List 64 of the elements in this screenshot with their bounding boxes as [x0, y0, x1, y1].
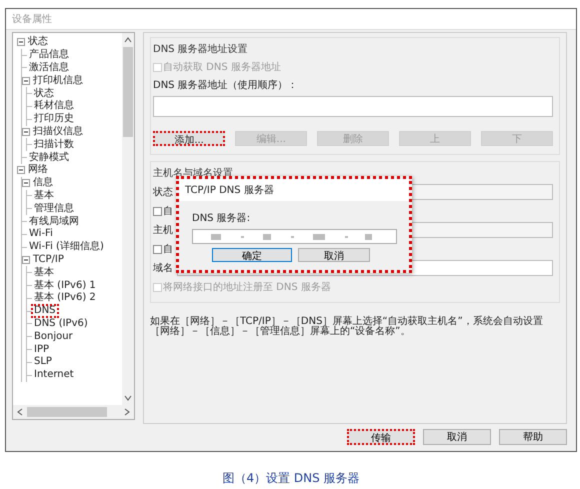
tree-item[interactable]: 打印历史	[32, 113, 76, 126]
tree-item[interactable]: SLP	[32, 356, 54, 368]
collapse-icon[interactable]	[22, 256, 30, 264]
field-label: 状态	[153, 186, 173, 199]
collapse-icon[interactable]	[22, 128, 30, 136]
tree-item[interactable]: 激活信息	[27, 62, 71, 74]
scroll-down-icon[interactable]	[124, 394, 132, 402]
scroll-right-icon[interactable]	[123, 408, 131, 416]
tree-item[interactable]: 安静模式	[27, 152, 71, 164]
field-label: DNS 服务器地址（使用顺序）：	[153, 78, 299, 92]
checkbox-label: 自动获取 DNS 服务器地址	[163, 60, 281, 74]
tree-item[interactable]: DNS	[31, 304, 59, 318]
field-label: DNS 服务器:	[192, 212, 252, 225]
field-label: 域名	[153, 262, 173, 275]
tree-item[interactable]: 基本 (IPv6) 2	[32, 292, 98, 304]
server-field[interactable]	[192, 229, 397, 244]
group-title: DNS 服务器地址设置	[153, 42, 249, 56]
tree-item[interactable]: Wi-Fi (详细信息)	[27, 241, 106, 254]
dialog-button[interactable]: 取消	[298, 248, 370, 262]
action-button[interactable]: 添加...	[153, 131, 226, 146]
figure-caption: 图（4）设置 DNS 服务器	[221, 470, 361, 487]
checkbox[interactable]	[153, 244, 162, 254]
dialog-button[interactable]: 确定	[212, 248, 292, 262]
checkbox-label: 自	[163, 243, 173, 256]
footer-button[interactable]: 帮助	[499, 429, 567, 445]
collapse-icon[interactable]	[22, 76, 30, 85]
horizontal-scrollbar[interactable]	[13, 405, 134, 419]
footer-button[interactable]: 取消	[423, 429, 491, 445]
window-title: 设备属性	[11, 12, 53, 27]
scrollbar-thumb[interactable]	[27, 407, 107, 417]
tree-item[interactable]: 扫描计数	[32, 138, 76, 151]
tree-item[interactable]: TCP/IP	[31, 254, 66, 266]
collapse-icon[interactable]	[17, 166, 25, 174]
tree-item[interactable]: 基本	[32, 190, 56, 202]
tree-item[interactable]: 有线局域网	[27, 216, 81, 228]
tree-item[interactable]: IPP	[32, 344, 52, 356]
collapse-icon[interactable]	[22, 179, 30, 188]
tree-item[interactable]: DNS (IPv6)	[32, 318, 90, 330]
tree-item[interactable]: Wi-Fi	[27, 228, 55, 240]
tree-item[interactable]: 信息	[31, 177, 55, 190]
tree-item[interactable]: 基本	[32, 266, 56, 279]
tree-item[interactable]: Internet	[32, 369, 76, 382]
scroll-left-icon[interactable]	[16, 408, 24, 416]
checkbox-label: 自	[163, 205, 173, 218]
vertical-scrollbar[interactable]	[122, 33, 134, 405]
tree-item[interactable]: 状态	[26, 36, 50, 48]
scrollbar-thumb[interactable]	[123, 47, 133, 137]
scroll-up-icon[interactable]	[124, 36, 132, 44]
tree-item[interactable]: 打印机信息	[31, 74, 85, 87]
tree-item[interactable]: 状态	[32, 88, 56, 100]
checkbox[interactable]	[153, 206, 162, 216]
tree-item[interactable]: 扫描仪信息	[31, 126, 85, 138]
collapse-icon[interactable]	[17, 38, 25, 46]
tree-item[interactable]: Bonjour	[32, 330, 75, 343]
checkbox-label: 将网络接口的地址注册至 DNS 服务器	[163, 280, 331, 294]
tree-item[interactable]: 产品信息	[27, 49, 71, 62]
tree-item[interactable]: 管理信息	[32, 202, 76, 215]
note-text: 如果在［网络］－［TCP/IP］－［DNS］屏幕上选择“自动获取主机名”，系统会自动设置［网络］－［信息］－［管理信息］屏幕上的“设备名称”。	[150, 317, 544, 337]
tree-item[interactable]: 耗材信息	[32, 100, 76, 112]
dialog-title: TCP/IP DNS 服务器	[179, 179, 409, 201]
field-label: 主机	[153, 224, 173, 237]
footer-button[interactable]: 传输	[347, 429, 415, 445]
tree-item[interactable]: 基本 (IPv6) 1	[32, 280, 98, 292]
tree-item[interactable]: 网络	[26, 164, 50, 176]
